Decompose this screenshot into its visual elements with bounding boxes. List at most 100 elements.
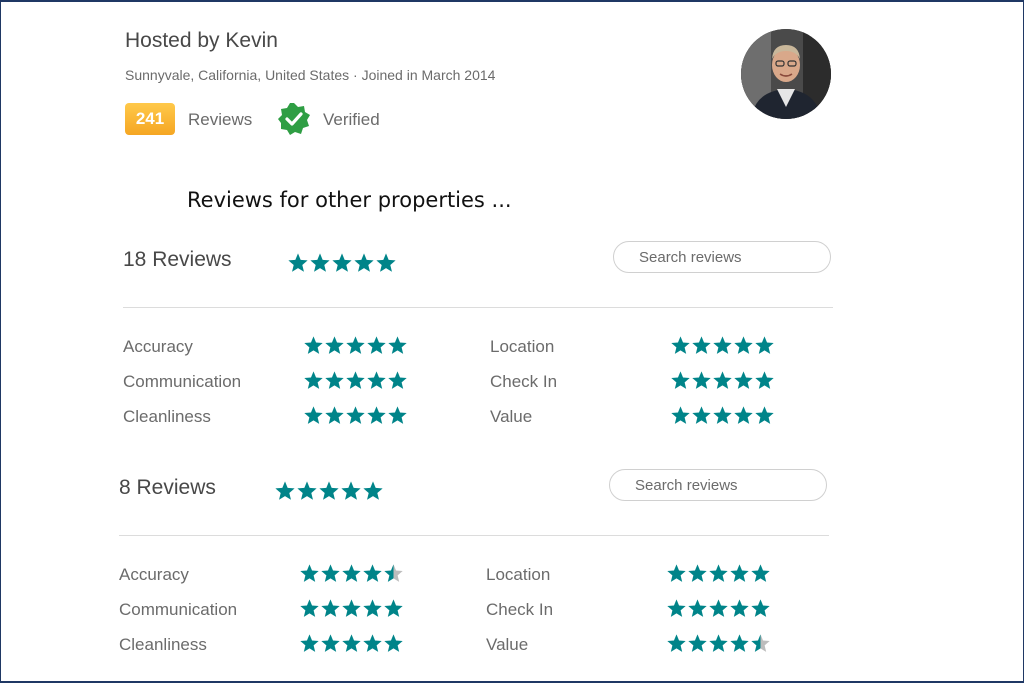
star-icon bbox=[354, 253, 374, 272]
star-icon bbox=[310, 253, 330, 272]
category-label: Communication bbox=[119, 600, 238, 619]
star-icon bbox=[319, 481, 339, 500]
star-icon bbox=[367, 336, 386, 354]
star-icon bbox=[755, 371, 774, 389]
star-icon bbox=[667, 564, 686, 582]
star-icon bbox=[730, 599, 749, 617]
star-icon bbox=[321, 634, 340, 652]
category-rating-stars bbox=[670, 405, 775, 426]
star-icon bbox=[688, 599, 707, 617]
category-label: Accuracy bbox=[123, 337, 193, 356]
star-icon bbox=[300, 599, 319, 617]
star-icon bbox=[709, 634, 728, 652]
divider bbox=[119, 535, 829, 536]
category-label: Cleanliness bbox=[119, 635, 207, 654]
star-icon bbox=[367, 371, 386, 389]
verified-label: Verified bbox=[323, 110, 380, 129]
star-icon bbox=[325, 371, 344, 389]
category-label: Cleanliness bbox=[123, 407, 211, 426]
star-icon bbox=[376, 253, 396, 272]
category-rating-stars bbox=[303, 405, 408, 426]
category-rating-stars bbox=[666, 598, 771, 619]
star-icon bbox=[341, 481, 361, 500]
category-rating-stars bbox=[666, 563, 771, 584]
category-label: Location bbox=[486, 565, 551, 584]
star-icon bbox=[321, 599, 340, 617]
star-icon bbox=[384, 564, 403, 582]
category-label: Value bbox=[490, 407, 533, 426]
star-icon bbox=[692, 336, 711, 354]
star-icon bbox=[688, 634, 707, 652]
star-icon bbox=[288, 253, 308, 272]
star-icon bbox=[734, 406, 753, 424]
star-icon bbox=[363, 634, 382, 652]
star-icon bbox=[342, 634, 361, 652]
star-icon bbox=[342, 599, 361, 617]
category-label: Communication bbox=[123, 372, 242, 391]
star-icon bbox=[304, 406, 323, 424]
category-rating-stars bbox=[299, 598, 404, 619]
star-icon bbox=[734, 371, 753, 389]
star-icon bbox=[384, 599, 403, 617]
star-icon bbox=[688, 564, 707, 582]
reviews-label[interactable]: Reviews bbox=[188, 110, 252, 130]
star-icon bbox=[346, 406, 365, 424]
category-rating-stars bbox=[299, 563, 404, 584]
star-icon bbox=[297, 481, 317, 500]
star-icon bbox=[384, 634, 403, 652]
star-icon bbox=[755, 406, 774, 424]
category-rating-stars bbox=[670, 370, 775, 391]
star-icon bbox=[367, 406, 386, 424]
category-rating-stars bbox=[670, 335, 775, 356]
star-icon bbox=[671, 406, 690, 424]
star-icon bbox=[363, 564, 382, 582]
star-icon bbox=[713, 336, 732, 354]
overall-rating-stars bbox=[274, 480, 384, 502]
star-icon bbox=[325, 336, 344, 354]
star-icon bbox=[713, 406, 732, 424]
star-icon bbox=[388, 371, 407, 389]
star-icon bbox=[730, 634, 749, 652]
host-photo bbox=[741, 29, 831, 119]
section-heading: Reviews for other properties ... bbox=[187, 188, 512, 212]
star-icon bbox=[300, 564, 319, 582]
frame-border-left bbox=[0, 0, 1, 683]
star-icon bbox=[346, 336, 365, 354]
category-rating-stars bbox=[666, 633, 771, 654]
search-reviews-input[interactable]: Search reviews bbox=[609, 469, 827, 501]
star-icon bbox=[388, 336, 407, 354]
star-icon bbox=[709, 599, 728, 617]
star-icon bbox=[342, 564, 361, 582]
review-count-badge[interactable]: 241 bbox=[125, 103, 175, 135]
star-icon bbox=[325, 406, 344, 424]
star-icon bbox=[363, 599, 382, 617]
verified-check-icon bbox=[278, 103, 310, 135]
star-icon bbox=[713, 371, 732, 389]
star-icon bbox=[671, 336, 690, 354]
avatar[interactable] bbox=[741, 29, 831, 119]
star-icon bbox=[751, 599, 770, 617]
star-icon bbox=[321, 564, 340, 582]
star-icon bbox=[304, 336, 323, 354]
star-icon bbox=[667, 599, 686, 617]
host-location-joined: Sunnyvale, California, United States · J… bbox=[125, 67, 496, 83]
host-title: Hosted by Kevin bbox=[125, 29, 278, 52]
category-label: Location bbox=[490, 337, 555, 356]
category-rating-stars bbox=[303, 370, 408, 391]
star-icon bbox=[730, 564, 749, 582]
star-icon bbox=[755, 336, 774, 354]
star-icon bbox=[709, 564, 728, 582]
divider bbox=[123, 307, 833, 308]
star-icon bbox=[363, 481, 383, 500]
star-icon bbox=[346, 371, 365, 389]
category-label: Accuracy bbox=[119, 565, 189, 584]
category-rating-stars bbox=[303, 335, 408, 356]
star-icon bbox=[734, 336, 753, 354]
search-reviews-input[interactable]: Search reviews bbox=[613, 241, 831, 273]
star-icon bbox=[304, 371, 323, 389]
star-icon bbox=[388, 406, 407, 424]
star-icon bbox=[667, 634, 686, 652]
category-label: Check In bbox=[486, 600, 554, 619]
star-icon bbox=[751, 634, 770, 652]
star-icon bbox=[751, 564, 770, 582]
